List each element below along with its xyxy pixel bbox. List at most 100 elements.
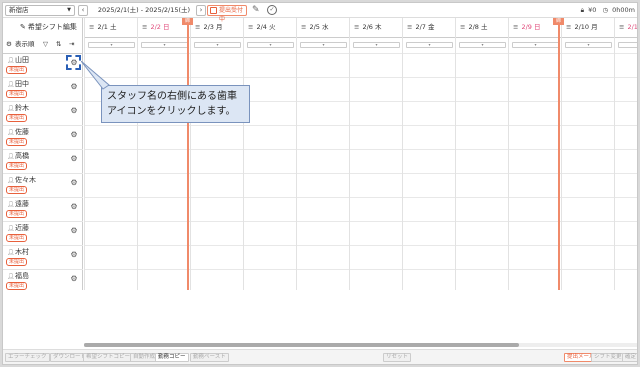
sort-icon[interactable]: ⇅ bbox=[56, 39, 61, 49]
shift-cell[interactable] bbox=[85, 269, 138, 290]
prev-period-button[interactable]: ‹ bbox=[78, 5, 88, 16]
shift-cell[interactable] bbox=[509, 245, 562, 269]
shift-cell[interactable] bbox=[403, 173, 456, 197]
shift-cell[interactable] bbox=[85, 245, 138, 269]
shift-cell[interactable] bbox=[191, 149, 244, 173]
staff-name[interactable]: 高橋 bbox=[15, 152, 29, 161]
shift-cell[interactable] bbox=[615, 269, 637, 290]
gear-icon[interactable]: ⚙ bbox=[69, 106, 79, 116]
shift-cell[interactable] bbox=[191, 221, 244, 245]
shift-cell[interactable] bbox=[350, 149, 403, 173]
shift-cell[interactable] bbox=[297, 125, 350, 149]
shift-cell[interactable] bbox=[615, 77, 637, 101]
shift-cell[interactable] bbox=[350, 125, 403, 149]
shift-cell[interactable] bbox=[456, 101, 509, 125]
gear-icon[interactable]: ⚙ bbox=[69, 130, 79, 140]
day-header[interactable]: ≡ 2/4 火 bbox=[244, 18, 297, 38]
shift-cell[interactable] bbox=[509, 173, 562, 197]
shift-cell[interactable] bbox=[138, 53, 191, 77]
day-summary-toggle[interactable]: ▾ bbox=[565, 42, 612, 48]
shift-cell[interactable] bbox=[191, 53, 244, 77]
shift-cell[interactable] bbox=[403, 101, 456, 125]
day-header[interactable]: ≡2/11 bbox=[615, 18, 637, 38]
day-header[interactable]: ≡ 2/5 水 bbox=[297, 18, 350, 38]
shift-cell[interactable] bbox=[85, 221, 138, 245]
toolbar-button[interactable]: 勤務コピー bbox=[155, 353, 189, 362]
shift-cell[interactable] bbox=[615, 125, 637, 149]
staff-name[interactable]: 田中 bbox=[15, 80, 29, 89]
day-summary-toggle[interactable]: ▾ bbox=[88, 42, 135, 48]
shift-cell[interactable] bbox=[456, 77, 509, 101]
shift-cell[interactable] bbox=[350, 173, 403, 197]
day-summary-toggle[interactable]: ▾ bbox=[300, 42, 347, 48]
shift-cell[interactable] bbox=[403, 53, 456, 77]
shift-cell[interactable] bbox=[509, 53, 562, 77]
shift-cell[interactable] bbox=[191, 173, 244, 197]
shift-cell[interactable] bbox=[244, 77, 297, 101]
shift-cell[interactable] bbox=[85, 125, 138, 149]
shift-cell[interactable] bbox=[509, 101, 562, 125]
shift-cell[interactable] bbox=[297, 149, 350, 173]
gear-icon[interactable]: ⚙ bbox=[69, 274, 79, 284]
shift-cell[interactable] bbox=[244, 269, 297, 290]
shift-cell[interactable] bbox=[615, 101, 637, 125]
shift-cell[interactable] bbox=[403, 221, 456, 245]
shift-cell[interactable] bbox=[562, 125, 615, 149]
shift-cell[interactable] bbox=[350, 269, 403, 290]
shift-cell[interactable] bbox=[509, 125, 562, 149]
shift-cell[interactable] bbox=[562, 173, 615, 197]
scrollbar-thumb[interactable] bbox=[84, 343, 519, 347]
shift-cell[interactable] bbox=[191, 125, 244, 149]
shift-cell[interactable] bbox=[244, 173, 297, 197]
shift-cell[interactable] bbox=[297, 221, 350, 245]
shift-cell[interactable] bbox=[244, 245, 297, 269]
shift-cell[interactable] bbox=[350, 197, 403, 221]
shift-cell[interactable] bbox=[138, 245, 191, 269]
shift-cell[interactable] bbox=[403, 77, 456, 101]
gear-icon[interactable]: ⚙ bbox=[69, 250, 79, 260]
shift-cell[interactable] bbox=[85, 197, 138, 221]
staff-name[interactable]: 木村 bbox=[15, 248, 29, 257]
shift-cell[interactable] bbox=[350, 101, 403, 125]
shift-cell[interactable] bbox=[456, 221, 509, 245]
toolbar-button[interactable]: 自動作成 bbox=[130, 353, 159, 362]
shift-cell[interactable] bbox=[615, 245, 637, 269]
shift-cell[interactable] bbox=[244, 101, 297, 125]
toolbar-button[interactable]: シフト変更 bbox=[591, 353, 625, 362]
shift-cell[interactable] bbox=[562, 77, 615, 101]
shift-cell[interactable] bbox=[509, 77, 562, 101]
shift-cell[interactable] bbox=[138, 149, 191, 173]
day-summary-toggle[interactable]: ▾ bbox=[618, 42, 637, 48]
shift-cell[interactable] bbox=[403, 269, 456, 290]
shift-cell[interactable] bbox=[562, 149, 615, 173]
toolbar-button[interactable]: エラーチェック bbox=[5, 353, 50, 362]
shift-cell[interactable] bbox=[244, 197, 297, 221]
shift-cell[interactable] bbox=[85, 149, 138, 173]
day-summary-toggle[interactable]: ▾ bbox=[406, 42, 453, 48]
staff-name[interactable]: 佐々木 bbox=[15, 176, 36, 185]
shift-cell[interactable] bbox=[615, 173, 637, 197]
shift-cell[interactable] bbox=[138, 197, 191, 221]
collapse-icon[interactable]: ⇥ bbox=[69, 39, 74, 49]
shift-cell[interactable] bbox=[456, 197, 509, 221]
shift-cell[interactable] bbox=[297, 269, 350, 290]
shift-cell[interactable] bbox=[562, 53, 615, 77]
shift-cell[interactable] bbox=[297, 245, 350, 269]
shift-cell[interactable] bbox=[191, 269, 244, 290]
day-header[interactable]: ≡ 2/6 木 bbox=[350, 18, 403, 38]
shift-cell[interactable] bbox=[403, 149, 456, 173]
day-summary-toggle[interactable]: ▾ bbox=[247, 42, 294, 48]
shift-cell[interactable] bbox=[297, 173, 350, 197]
gear-icon[interactable]: ⚙ bbox=[6, 39, 12, 49]
day-header[interactable]: ≡ 2/1 土 bbox=[85, 18, 138, 38]
reset-button[interactable]: リセット bbox=[383, 353, 412, 362]
shift-cell[interactable] bbox=[456, 173, 509, 197]
shift-cell[interactable] bbox=[297, 197, 350, 221]
day-header[interactable]: ≡ 2/8 土 bbox=[456, 18, 509, 38]
gear-icon[interactable]: ⚙ bbox=[69, 226, 79, 236]
shift-cell[interactable] bbox=[456, 53, 509, 77]
shift-cell[interactable] bbox=[509, 269, 562, 290]
day-summary-toggle[interactable]: ▾ bbox=[194, 42, 241, 48]
toolbar-button[interactable]: 希望シフトコピー bbox=[83, 353, 134, 362]
day-header[interactable]: ≡ 2/7 金 bbox=[403, 18, 456, 38]
